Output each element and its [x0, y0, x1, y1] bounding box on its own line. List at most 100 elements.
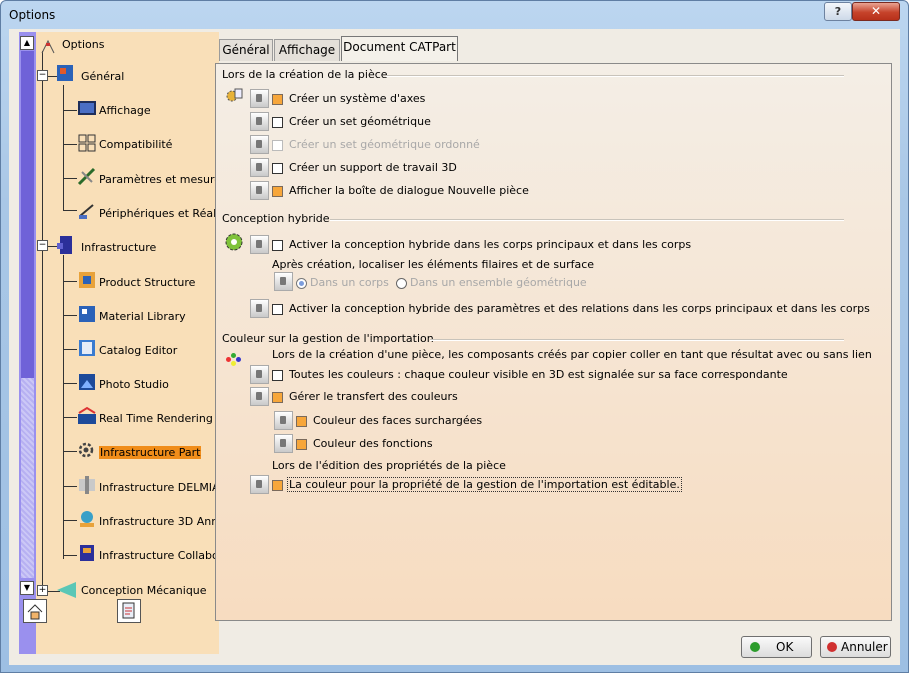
label-new-part-dialog: Afficher la boîte de dialogue Nouvelle p… — [289, 184, 529, 197]
title-bar[interactable]: Options ? ✕ — [1, 1, 908, 29]
checkbox-hybrid-parameters[interactable] — [272, 304, 283, 315]
tab-general[interactable]: Général — [219, 39, 273, 61]
close-button[interactable]: ✕ — [852, 2, 900, 21]
tree-item-devices[interactable]: Périphériques et Réali — [99, 207, 219, 220]
checkbox-all-colors[interactable] — [272, 370, 283, 381]
tree-line — [63, 110, 77, 111]
window-title: Options — [9, 8, 56, 22]
selected-tree-label: Infrastructure Part — [99, 446, 202, 459]
display-icon — [77, 99, 96, 117]
cancel-icon — [827, 642, 837, 652]
cancel-button[interactable]: Annuler — [820, 636, 891, 658]
tree-item-infrastructure-part[interactable]: Infrastructure Part — [99, 446, 202, 459]
lock-icon[interactable] — [250, 158, 269, 177]
ok-icon — [750, 642, 760, 652]
general-icon — [56, 64, 74, 82]
label-edit-properties: Lors de l'édition des propriétés de la p… — [272, 459, 506, 472]
tree-item-infrastructure-delmia[interactable]: Infrastructure DELMIA — [99, 481, 220, 494]
lock-icon — [274, 272, 293, 291]
tree-item-display[interactable]: Affichage — [99, 104, 151, 117]
checkbox-face-colors[interactable] — [296, 416, 307, 427]
tree-item-compatibility[interactable]: Compatibilité — [99, 138, 172, 151]
checkbox-ordered-geometric-set — [272, 140, 283, 151]
hybrid-design-icon — [224, 232, 244, 252]
section-divider — [430, 339, 844, 341]
tree-item-catalog-editor[interactable]: Catalog Editor — [99, 344, 177, 357]
checkbox-axis-system[interactable] — [272, 94, 283, 105]
section-title-hybrid: Conception hybride — [222, 212, 330, 225]
tree-item-infrastructure-collabo[interactable]: Infrastructure Collabo — [99, 549, 219, 562]
checkbox-manage-colors[interactable] — [272, 392, 283, 403]
tree-line — [63, 451, 77, 452]
tree-item-general[interactable]: Général — [81, 70, 124, 83]
home-icon[interactable] — [23, 599, 47, 623]
tree-item-material-library[interactable]: Material Library — [99, 310, 186, 323]
tree-item-parameters[interactable]: Paramètres et mesure — [99, 173, 221, 186]
lock-icon[interactable] — [250, 365, 269, 384]
radio-in-geometric-set — [396, 278, 407, 289]
gear-document-icon — [224, 86, 244, 106]
tree-line — [63, 281, 77, 282]
label-color-intro: Lors de la création d'une pièce, les com… — [272, 348, 872, 361]
lock-icon[interactable] — [250, 235, 269, 254]
reset-icon[interactable] — [117, 599, 141, 623]
label-color-editable: La couleur pour la propriété de la gesti… — [287, 477, 682, 492]
tree-item-infrastructure-3d-ann[interactable]: Infrastructure 3D Ann — [99, 515, 218, 528]
label-ordered-geometric-set: Créer un set géométrique ordonné — [289, 138, 480, 151]
tab-document-catpart[interactable]: Document CATPart — [341, 36, 458, 61]
scrollbar-thumb[interactable] — [21, 51, 34, 378]
tree-line — [63, 255, 64, 559]
section-divider — [386, 75, 844, 77]
tree-line — [42, 51, 43, 586]
tree-item-photo-studio[interactable]: Photo Studio — [99, 378, 169, 391]
dialog-client: ▲ ▼ Options Général Affichage Compatibil… — [9, 29, 900, 665]
label-3d-support: Créer un support de travail 3D — [289, 161, 457, 174]
parameters-icon — [77, 167, 96, 186]
checkbox-new-part-dialog[interactable] — [272, 186, 283, 197]
tree-line — [63, 85, 64, 210]
lock-icon[interactable] — [274, 411, 293, 430]
scroll-up-arrow[interactable]: ▲ — [20, 36, 34, 50]
tree-line — [63, 383, 77, 384]
ok-label: OK — [776, 640, 794, 654]
checkbox-hybrid-design[interactable] — [272, 240, 283, 251]
cancel-label: Annuler — [841, 640, 888, 654]
compatibility-icon — [77, 133, 96, 152]
options-window: Options ? ✕ ▲ ▼ Options Général Affichag… — [0, 0, 909, 673]
expand-mechanical[interactable]: + — [37, 585, 48, 596]
options-root-icon — [39, 38, 57, 56]
tree-root[interactable]: Options — [62, 38, 104, 51]
label-hybrid-design: Activer la conception hybride dans les c… — [289, 238, 692, 251]
lock-icon[interactable] — [274, 434, 293, 453]
checkbox-3d-support[interactable] — [272, 163, 283, 174]
tab-display[interactable]: Affichage — [274, 39, 340, 61]
tree-item-real-time-rendering[interactable]: Real Time Rendering — [99, 412, 213, 425]
collapse-general[interactable]: − — [37, 70, 48, 81]
label-hybrid-parameters: Activer la conception hybride des paramè… — [289, 302, 870, 315]
checkbox-feature-colors[interactable] — [296, 439, 307, 450]
help-button[interactable]: ? — [824, 2, 852, 21]
ok-button[interactable]: OK — [741, 636, 812, 658]
tree-line — [63, 520, 77, 521]
lock-icon[interactable] — [250, 475, 269, 494]
devices-icon — [77, 201, 95, 219]
lock-icon[interactable] — [250, 181, 269, 200]
tree-item-mechanical[interactable]: Conception Mécanique — [81, 584, 207, 597]
label-feature-colors: Couleur des fonctions — [313, 437, 433, 450]
checkbox-color-editable[interactable] — [272, 480, 283, 491]
checkbox-geometric-set[interactable] — [272, 117, 283, 128]
collapse-infrastructure[interactable]: − — [37, 240, 48, 251]
scrollbar-track[interactable] — [21, 378, 34, 578]
lock-icon[interactable] — [250, 387, 269, 406]
label-face-colors: Couleur des faces surchargées — [313, 414, 483, 427]
tree-item-product-structure[interactable]: Product Structure — [99, 276, 195, 289]
tree-line — [63, 210, 77, 211]
lock-icon[interactable] — [250, 299, 269, 318]
lock-icon[interactable] — [250, 89, 269, 108]
tree-item-infrastructure[interactable]: Infrastructure — [81, 241, 156, 254]
label-in-geometric-set: Dans un ensemble géométrique — [410, 276, 587, 289]
catalog-editor-icon — [77, 338, 95, 356]
scroll-down-arrow[interactable]: ▼ — [20, 581, 34, 595]
lock-icon — [250, 135, 269, 154]
lock-icon[interactable] — [250, 112, 269, 131]
